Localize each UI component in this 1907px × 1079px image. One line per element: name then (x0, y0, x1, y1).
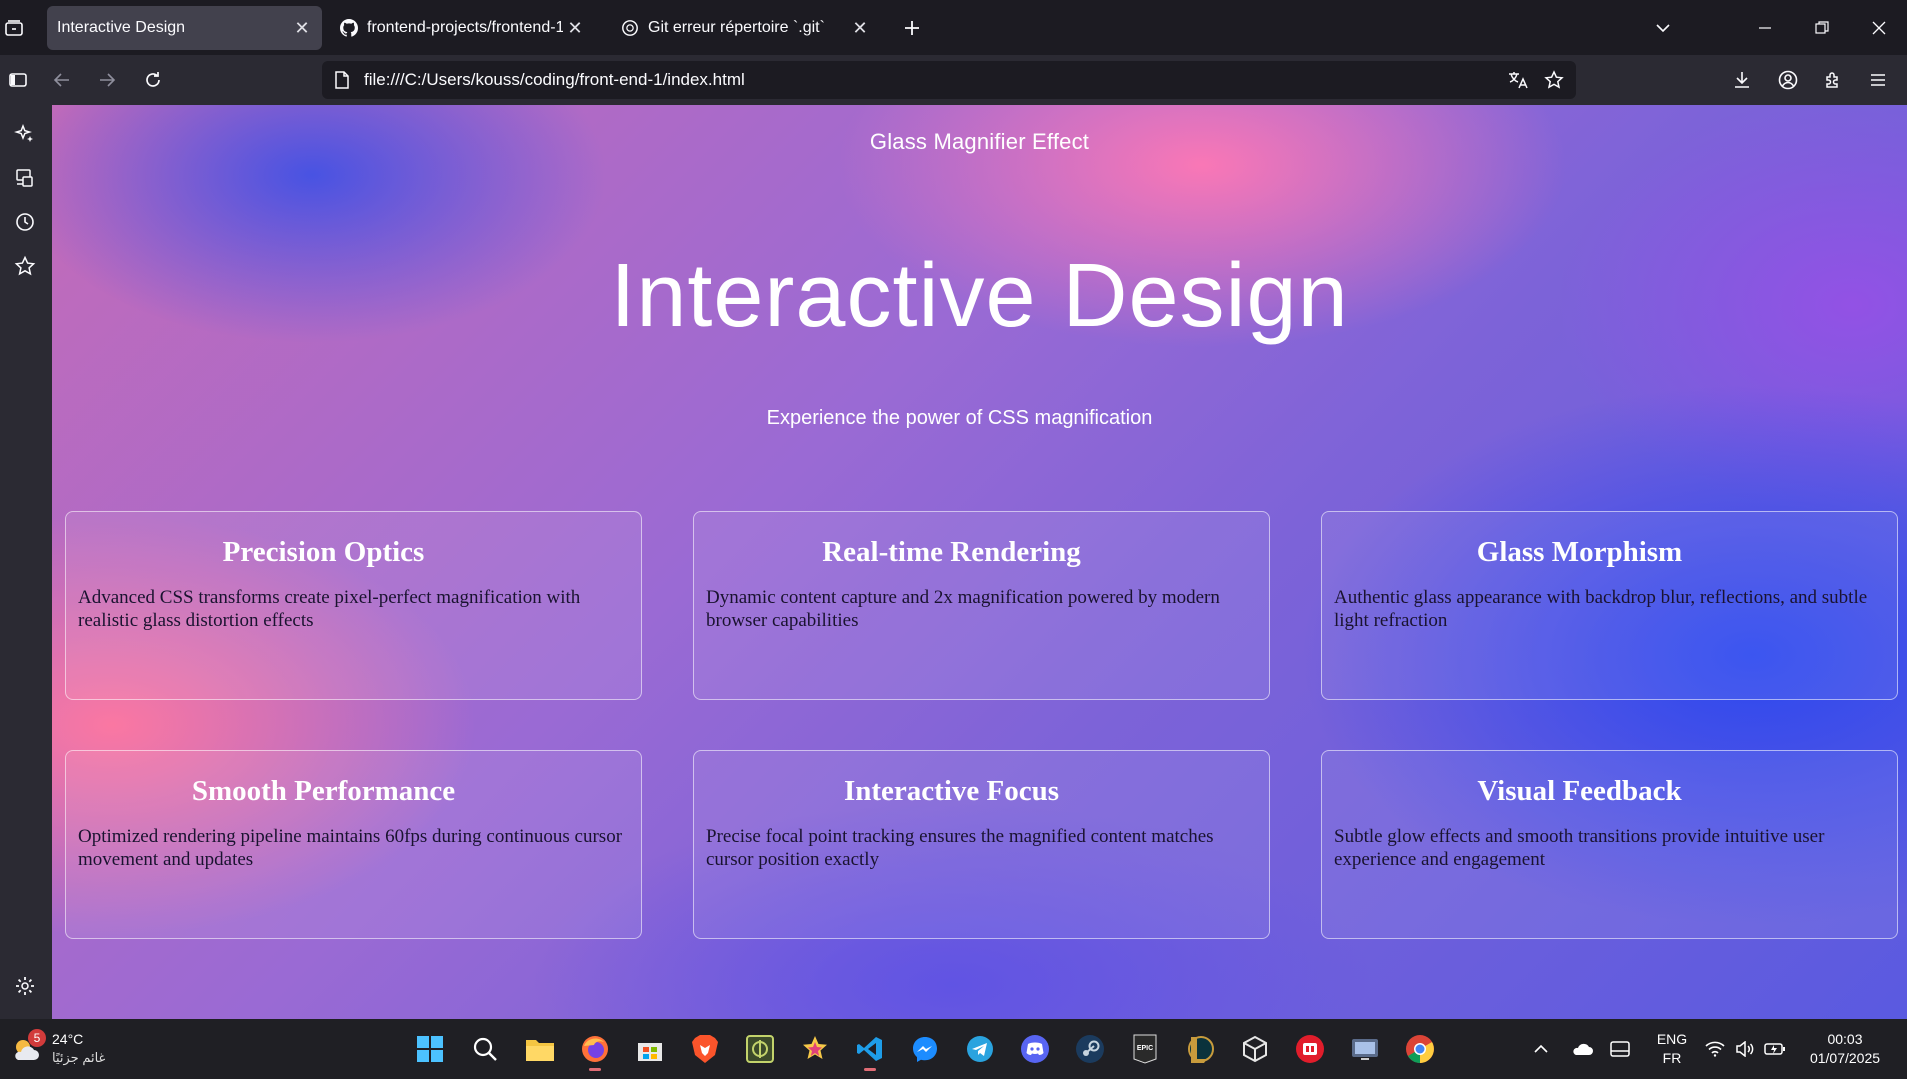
bookmark-star-icon[interactable] (1540, 66, 1568, 94)
clock-date: 01/07/2025 (1809, 1050, 1881, 1066)
tab-title: Git erreur répertoire `.git` (648, 19, 825, 36)
weather-widget[interactable]: 5 24°C غائم جزئيًا (10, 1029, 120, 1069)
search-icon[interactable] (467, 1031, 503, 1067)
input-language[interactable]: ENG FR (1652, 1030, 1692, 1068)
card-text: Authentic glass appearance with backdrop… (1334, 587, 1868, 631)
volume-icon[interactable] (1733, 1037, 1757, 1061)
red-app-icon[interactable] (1292, 1031, 1328, 1067)
account-icon[interactable] (1774, 66, 1802, 94)
tab-title: Interactive Design (57, 19, 186, 36)
extensions-icon[interactable] (1819, 66, 1847, 94)
card-title: Interactive Focus (843, 775, 1060, 807)
telegram-icon[interactable] (962, 1031, 998, 1067)
browser-sidebar (0, 105, 52, 1019)
card-title: Smooth Performance (191, 775, 456, 807)
unity-icon[interactable] (1237, 1031, 1273, 1067)
discord-icon[interactable] (1017, 1031, 1053, 1067)
card-text: Advanced CSS transforms create pixel-per… (78, 587, 581, 631)
start-icon[interactable] (412, 1031, 448, 1067)
url-text[interactable]: file:///C:/Users/kouss/coding/front-end-… (364, 70, 1504, 90)
list-all-tabs-icon[interactable] (0, 14, 28, 42)
feature-card-interactive-focus[interactable]: Interactive Focus Precise focal point tr… (693, 750, 1270, 939)
card-title: Precision Optics (222, 536, 425, 568)
vscode-icon[interactable] (852, 1031, 888, 1071)
ai-sparkle-icon[interactable] (8, 117, 42, 151)
weather-badge: 5 (28, 1029, 46, 1047)
clock-time: 00:03 (1827, 1031, 1863, 1047)
windows-taskbar: 5 24°C غائم جزئيًا EPIC ENG FR 00:03 01/… (0, 1019, 1907, 1079)
chrome-icon[interactable] (1402, 1031, 1438, 1067)
back-arrow-icon[interactable] (48, 66, 76, 94)
battery-charging-icon[interactable] (1763, 1037, 1787, 1061)
close-window-icon[interactable] (1865, 14, 1893, 42)
feature-card-real-time-rendering[interactable]: Real-time Rendering Dynamic content capt… (693, 511, 1270, 700)
history-clock-icon[interactable] (8, 205, 42, 239)
card-title: Glass Morphism (1476, 536, 1683, 568)
tab-chatgpt[interactable]: Git erreur répertoire `.git` ✕ (614, 6, 880, 50)
address-bar[interactable]: file:///C:/Users/kouss/coding/front-end-… (322, 61, 1576, 99)
tab-title: frontend-projects/frontend-1 at (367, 19, 563, 36)
chevron-down-icon[interactable] (1649, 14, 1677, 42)
forward-arrow-icon[interactable] (93, 66, 121, 94)
restore-icon[interactable] (1808, 14, 1836, 42)
web-page: Glass Magnifier Effect Interactive Desig… (52, 105, 1907, 1019)
feature-card-precision-optics[interactable]: Precision Optics Advanced CSS transforms… (65, 511, 642, 700)
wifi-icon[interactable] (1703, 1037, 1727, 1061)
tab-interactive-design[interactable]: Interactive Design ✕ (47, 6, 322, 50)
feature-card-smooth-performance[interactable]: Smooth Performance Optimized rendering p… (65, 750, 642, 939)
language-primary: ENG (1656, 1031, 1688, 1047)
weather-temperature: 24°C (52, 1031, 84, 1047)
menu-icon[interactable] (1864, 66, 1892, 94)
card-text: Dynamic content capture and 2x magnifica… (706, 587, 1220, 631)
synced-tabs-icon[interactable] (8, 161, 42, 195)
onedrive-cloud-icon[interactable] (1570, 1037, 1594, 1061)
sql-app-icon[interactable] (1347, 1031, 1383, 1067)
brave-icon[interactable] (687, 1031, 723, 1067)
tab-strip: Interactive Design ✕ frontend-projects/f… (0, 0, 1907, 55)
settings-gear-icon[interactable] (8, 969, 42, 1003)
card-text: Subtle glow effects and smooth transitio… (1334, 826, 1825, 870)
close-tab-icon[interactable]: ✕ (290, 16, 314, 40)
card-text: Precise focal point tracking ensures the… (706, 826, 1214, 870)
microsoft-store-icon[interactable] (632, 1031, 668, 1067)
card-text: Optimized rendering pipeline maintains 6… (78, 826, 623, 870)
downloads-icon[interactable] (1728, 66, 1756, 94)
firefox-icon[interactable] (577, 1031, 613, 1071)
weather-condition: غائم جزئيًا (52, 1050, 106, 1065)
page-icon (332, 70, 352, 90)
feature-card-visual-feedback[interactable]: Visual Feedback Subtle glow effects and … (1321, 750, 1898, 939)
translate-icon[interactable] (1504, 66, 1532, 94)
minimize-icon[interactable] (1751, 14, 1779, 42)
bookmarks-star-icon[interactable] (8, 249, 42, 283)
card-title: Visual Feedback (1477, 775, 1682, 807)
epic-games-icon[interactable]: EPIC (1127, 1031, 1163, 1067)
tablet-mode-icon[interactable] (1608, 1037, 1632, 1061)
sidebar-toggle-icon[interactable] (4, 66, 32, 94)
system-clock[interactable]: 00:03 01/07/2025 (1800, 1030, 1890, 1068)
steam-icon[interactable] (1072, 1031, 1108, 1067)
chevron-up-icon[interactable] (1529, 1037, 1553, 1061)
messenger-icon[interactable] (907, 1031, 943, 1067)
navigation-toolbar: file:///C:/Users/kouss/coding/front-end-… (0, 55, 1907, 105)
star-app-icon[interactable] (797, 1031, 833, 1067)
language-secondary: FR (1662, 1050, 1682, 1066)
new-tab-icon[interactable] (898, 14, 926, 42)
svg-text:EPIC: EPIC (1137, 1045, 1153, 1052)
league-of-legends-icon[interactable] (1182, 1031, 1218, 1067)
feature-card-glass-morphism[interactable]: Glass Morphism Authentic glass appearanc… (1321, 511, 1898, 700)
brand-logo-text: Glass Magnifier Effect (869, 129, 1090, 154)
reload-icon[interactable] (139, 66, 167, 94)
file-explorer-icon[interactable] (522, 1031, 558, 1067)
github-icon (339, 18, 359, 38)
card-title: Real-time Rendering (822, 536, 1081, 568)
xampp-icon[interactable] (742, 1031, 778, 1067)
openai-icon (620, 18, 640, 38)
close-tab-icon[interactable]: ✕ (563, 16, 587, 40)
close-tab-icon[interactable]: ✕ (848, 16, 872, 40)
tab-github[interactable]: frontend-projects/frontend-1 at ✕ (333, 6, 595, 50)
hero-title: Interactive Design (610, 246, 1349, 346)
hero-subtitle: Experience the power of CSS magnificatio… (766, 407, 1153, 429)
